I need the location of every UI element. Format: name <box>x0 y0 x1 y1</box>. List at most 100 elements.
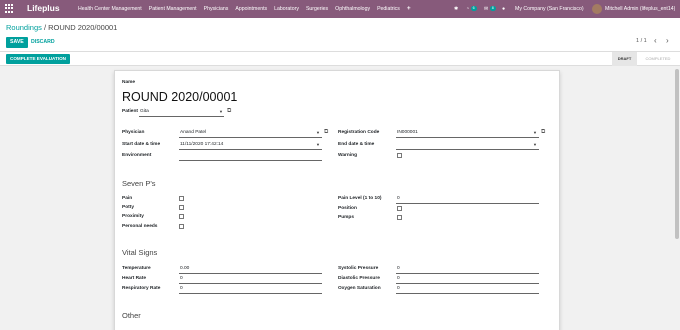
brand-name[interactable]: Lifeplus <box>27 3 60 13</box>
status-completed[interactable]: COMPLETED <box>637 52 679 66</box>
chat-icon[interactable]: ✉ 8 <box>484 6 496 12</box>
registration-code-label: Registration Code <box>338 130 380 135</box>
menu-appointments[interactable]: Appointments <box>235 6 267 12</box>
respiratory-rate-field[interactable]: 0 <box>180 286 183 291</box>
pain-label: Pain <box>122 196 133 201</box>
oxygen-saturation-label: Oxygen Saturation <box>338 286 381 291</box>
save-button[interactable]: SAVE <box>6 37 28 48</box>
oxygen-saturation-field[interactable]: 0 <box>397 286 400 291</box>
pager-value[interactable]: 1 / 1 <box>636 38 647 44</box>
discard-button[interactable]: DISCARD <box>31 37 55 48</box>
menu-pediatrics[interactable]: Pediatrics <box>377 6 400 12</box>
patient-external-link-icon[interactable]: ⧉ <box>227 108 231 115</box>
diastolic-pressure-field[interactable]: 0 <box>397 276 400 281</box>
start-date-dropdown-icon[interactable]: ▼ <box>316 142 320 147</box>
complete-evaluation-button[interactable]: COMPLETE EVALUATION <box>6 54 70 64</box>
menu-add[interactable]: + <box>407 5 411 12</box>
physician-dropdown-icon[interactable]: ▼ <box>316 130 320 135</box>
settings-icon[interactable]: ● <box>502 6 505 12</box>
personal-needs-checkbox[interactable] <box>179 224 184 229</box>
diastolic-pressure-label: Diastolic Pressure <box>338 276 380 281</box>
breadcrumb-roundings[interactable]: Roundings <box>6 23 42 32</box>
physician-external-link-icon[interactable]: ⧉ <box>324 129 328 136</box>
pager-next-icon[interactable]: › <box>666 36 669 45</box>
environment-label: Environment <box>122 153 152 158</box>
systolic-pressure-label: Systolic Pressure <box>338 266 379 271</box>
activity-icon[interactable]: ◔ 6 <box>466 6 477 12</box>
physician-label: Physician <box>122 130 145 135</box>
heart-rate-underline <box>179 283 322 284</box>
status-bar: COMPLETE EVALUATION DRAFT COMPLETED <box>0 52 680 66</box>
proximity-checkbox[interactable] <box>179 214 184 219</box>
start-date-field[interactable]: 11/11/2020 17:42:14 <box>180 142 223 147</box>
heart-rate-label: Heart Rate <box>122 276 146 281</box>
start-date-underline <box>179 149 322 150</box>
registration-code-underline <box>396 137 539 138</box>
scrollbar-thumb[interactable] <box>675 69 679 239</box>
end-date-field[interactable] <box>396 149 539 150</box>
registration-code-field[interactable]: IN000001 <box>397 130 418 135</box>
respiratory-rate-underline <box>179 293 322 294</box>
environment-field[interactable] <box>179 160 322 161</box>
systolic-pressure-field[interactable]: 0 <box>397 266 400 271</box>
menu-patient-management[interactable]: Patient Management <box>149 6 197 12</box>
form-sheet: Name ROUND 2020/00001 Patient Gita ▼ ⧉ P… <box>114 70 560 330</box>
status-draft[interactable]: DRAFT <box>612 52 637 66</box>
patient-field[interactable]: Gita <box>140 109 149 114</box>
scrollbar[interactable] <box>674 66 680 330</box>
personal-needs-label: Personal needs <box>122 224 158 229</box>
diastolic-pressure-underline <box>396 283 539 284</box>
heart-rate-field[interactable]: 0 <box>180 276 183 281</box>
other-heading: Other <box>122 311 141 320</box>
patient-label: Patient <box>122 109 138 114</box>
pumps-label: Pumps <box>338 215 354 220</box>
end-date-label: End date & time <box>338 142 375 147</box>
menu-ophthalmology[interactable]: Ophthalmology <box>335 6 370 12</box>
temperature-label: Temperature <box>122 266 151 271</box>
breadcrumb: Roundings / ROUND 2020/00001 <box>6 23 117 32</box>
bug-icon[interactable]: ✱ <box>454 6 458 12</box>
pain-level-underline <box>396 203 539 204</box>
name-label: Name <box>122 80 136 85</box>
respiratory-rate-label: Respiratory Rate <box>122 286 161 291</box>
start-date-label: Start date & time <box>122 142 161 147</box>
breadcrumb-current: ROUND 2020/00001 <box>48 23 118 32</box>
record-name[interactable]: ROUND 2020/00001 <box>122 90 237 104</box>
menu-laboratory[interactable]: Laboratory <box>274 6 299 12</box>
apps-menu-icon[interactable] <box>5 4 14 13</box>
menu-surgeries[interactable]: Surgeries <box>306 6 328 12</box>
control-panel: Roundings / ROUND 2020/00001 SAVE DISCAR… <box>0 18 680 52</box>
systolic-pressure-underline <box>396 273 539 274</box>
pain-level-field[interactable]: 0 <box>397 196 400 201</box>
position-checkbox[interactable] <box>397 206 402 211</box>
pain-checkbox[interactable] <box>179 196 184 201</box>
pumps-checkbox[interactable] <box>397 215 402 220</box>
warning-label: Warning <box>338 153 358 158</box>
temperature-field[interactable]: 0.00 <box>180 266 189 271</box>
user-menu[interactable]: Mitchell Admin (lifeplus_ent14) <box>605 6 675 12</box>
chat-badge: 8 <box>489 6 496 11</box>
activity-badge: 6 <box>470 6 477 11</box>
warning-checkbox[interactable] <box>397 153 402 158</box>
potty-label: Potty <box>122 205 134 210</box>
proximity-label: Proximity <box>122 214 144 219</box>
patient-underline <box>139 116 224 117</box>
patient-dropdown-icon[interactable]: ▼ <box>219 109 223 114</box>
pain-level-label: Pain Level (1 to 10) <box>338 196 382 201</box>
physician-underline <box>179 137 322 138</box>
potty-checkbox[interactable] <box>179 205 184 210</box>
top-navbar: Lifeplus Health Center Management Patien… <box>0 0 680 18</box>
menu-physicians[interactable]: Physicians <box>204 6 229 12</box>
pager-previous-icon[interactable]: ‹ <box>654 36 657 45</box>
end-date-dropdown-icon[interactable]: ▼ <box>533 142 537 147</box>
avatar[interactable] <box>592 4 602 14</box>
registration-code-dropdown-icon[interactable]: ▼ <box>533 130 537 135</box>
seven-ps-heading: Seven P's <box>122 179 156 188</box>
physician-field[interactable]: Anand Patel <box>180 130 206 135</box>
menu-health-center[interactable]: Health Center Management <box>78 6 142 12</box>
company-switcher[interactable]: My Company (San Francisco) <box>515 6 584 12</box>
temperature-underline <box>179 273 322 274</box>
main-menu: Health Center Management Patient Managem… <box>78 5 418 12</box>
registration-code-external-link-icon[interactable]: ⧉ <box>541 129 545 136</box>
oxygen-saturation-underline <box>396 293 539 294</box>
